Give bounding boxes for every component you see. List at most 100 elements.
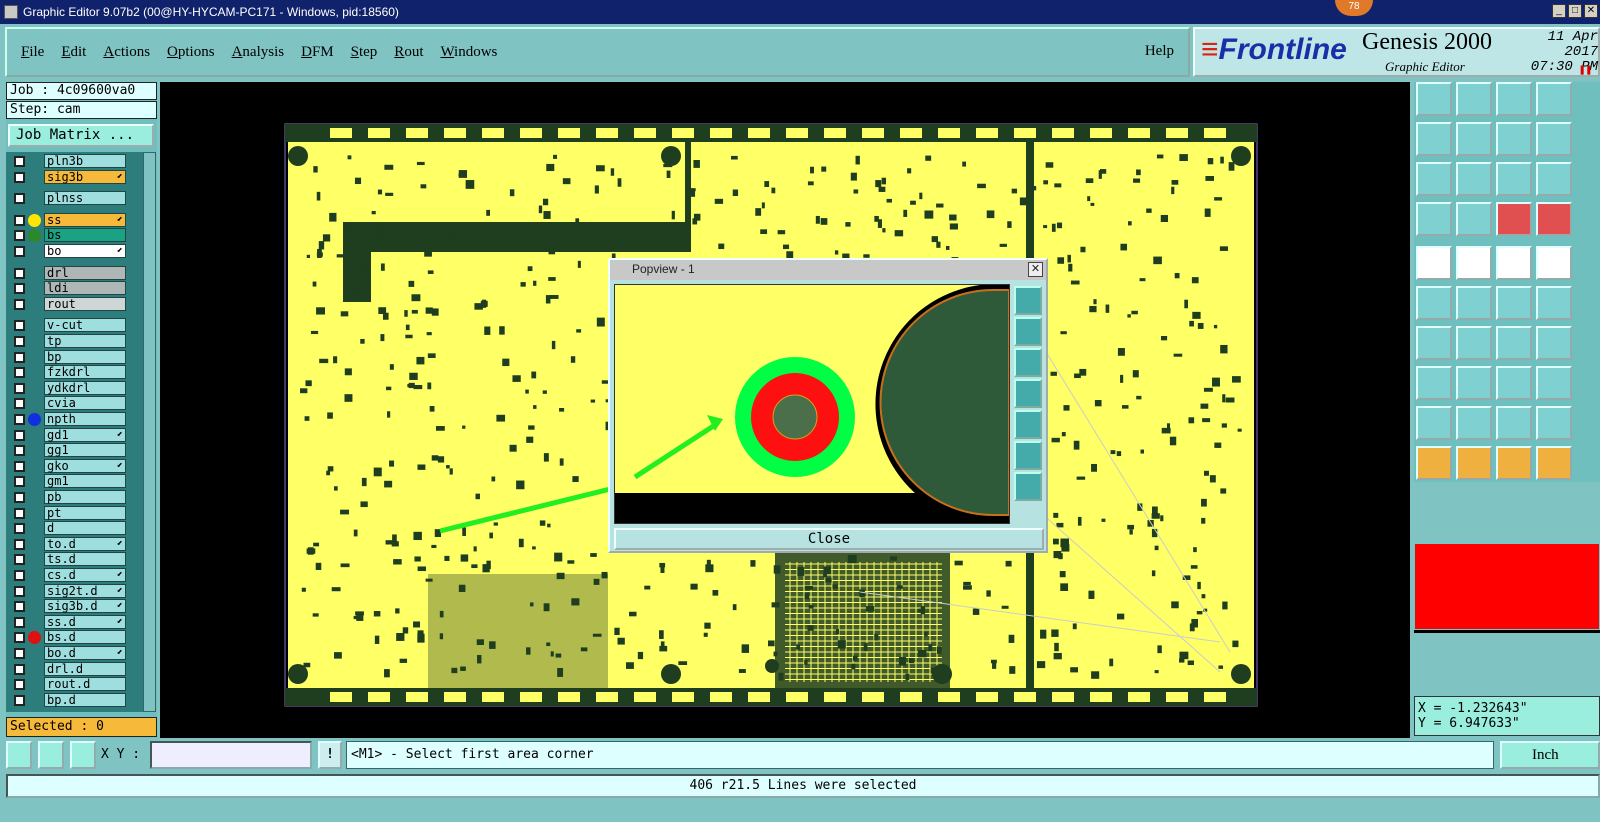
layer-name[interactable]: drl.d [44,661,126,676]
menu-dfm[interactable]: DFM [301,44,334,61]
menu-file[interactable]: File [21,44,44,61]
layer-checkbox[interactable] [14,246,25,257]
layer-checkbox[interactable] [14,648,25,659]
layer-name[interactable]: plnss [44,191,126,206]
one-to-one-icon[interactable] [1496,162,1532,196]
popview-title-bar[interactable]: Popview - 1 ✕ [610,260,1046,280]
tool-icon[interactable] [1456,286,1492,320]
copy-icon[interactable] [1456,82,1492,116]
layer-checkbox[interactable] [14,414,25,425]
layer-checkbox[interactable] [14,663,25,675]
tool-icon[interactable] [1536,286,1572,320]
scale-icon[interactable] [1496,122,1532,156]
layer-name[interactable]: sig3b ⬋ [44,169,126,184]
layer-row[interactable]: cvia [8,396,126,411]
layer-name[interactable]: bo.d ⬋ [44,646,126,660]
layer-row[interactable]: drl [8,265,126,280]
measure-icon[interactable] [1536,122,1572,156]
help-icon[interactable] [1536,162,1572,196]
layer-row[interactable]: gko ⬋ [8,458,126,473]
layer-name[interactable]: fzkdrl [44,365,126,380]
menu-actions[interactable]: Actions [103,44,150,61]
tool-icon[interactable] [1456,406,1492,440]
layer-checkbox[interactable] [14,538,25,550]
layer-checkbox[interactable] [14,523,25,535]
layer-row[interactable]: npth [8,412,126,426]
popview-down-icon[interactable] [1014,348,1042,377]
layer-checkbox[interactable] [14,283,25,295]
layer-row[interactable]: v-cut [8,318,126,333]
menu-rout[interactable]: Rout [394,44,423,61]
layer-checkbox[interactable] [14,492,25,503]
layer-checkbox[interactable] [14,601,25,613]
layer-row[interactable]: cs.d ⬋ [8,568,126,582]
layer-row[interactable]: pb [8,490,126,504]
zoom-icon[interactable] [1536,82,1572,116]
popview-close-icon[interactable]: ✕ [1028,262,1043,277]
layer-checkbox[interactable] [14,156,25,167]
layer-checkbox[interactable] [14,382,25,394]
layer-name[interactable]: rout.d [44,677,126,692]
layer-row[interactable]: pln3b [8,154,126,168]
tool-icon[interactable] [1536,406,1572,440]
layer-name[interactable]: d [44,521,126,536]
tool-icon[interactable] [1416,246,1452,280]
layer-name[interactable]: cvia [44,396,126,411]
tool-icon[interactable] [1456,366,1492,400]
layer-row[interactable]: to.d ⬋ [8,536,126,551]
layer-row[interactable]: rout [8,296,126,311]
popview-center-icon[interactable] [1014,472,1042,501]
layer-name[interactable]: npth [44,412,126,426]
angle-icon[interactable] [38,741,64,769]
layer-row[interactable]: bo.d ⬋ [8,646,126,660]
layer-name[interactable]: ts.d [44,552,126,567]
layer-row[interactable]: ts.d [8,552,126,567]
units-select[interactable]: Inch [1500,741,1600,769]
layer-checkbox[interactable] [14,171,25,183]
tool-icon[interactable] [1536,326,1572,360]
maximize-button[interactable]: □ [1568,4,1582,18]
menu-edit[interactable]: Edit [61,44,86,61]
popview-close-button[interactable]: Close [614,528,1044,550]
layer-checkbox[interactable] [14,429,25,441]
snap-icon[interactable] [1416,202,1452,236]
layer-name[interactable]: pln3b [44,154,126,168]
layer-row[interactable]: pt [8,505,126,520]
layer-checkbox[interactable] [14,632,25,644]
grid-icon[interactable] [70,741,96,769]
layer-name[interactable]: ss.d ⬋ [44,614,126,629]
layer-name[interactable]: tp [44,334,126,348]
tool-icon[interactable] [1496,326,1532,360]
layer-checkbox[interactable] [14,398,25,410]
layer-name[interactable]: gd1 ⬋ [44,427,126,442]
tool-icon[interactable] [1416,446,1452,480]
layer-checkbox[interactable] [14,336,25,347]
layer-checkbox[interactable] [14,570,25,581]
minimize-button[interactable]: _ [1552,4,1566,18]
popview-up-icon[interactable] [1014,317,1042,346]
layer-checkbox[interactable] [14,214,25,226]
layer-row[interactable]: plnss [8,191,126,206]
menu-step[interactable]: Step [351,44,378,61]
tool-icon[interactable] [1456,326,1492,360]
layer-row[interactable]: gm1 [8,474,126,489]
layer-checkbox[interactable] [14,554,25,566]
layer-checkbox[interactable] [14,460,25,472]
layer-row[interactable]: ydkdrl [8,380,126,395]
drc2-icon[interactable] [1536,202,1572,236]
menu-options[interactable]: Options [167,44,215,61]
layer-row[interactable]: d [8,521,126,536]
layer-checkbox[interactable] [14,230,25,242]
layer-row[interactable]: ss.d ⬋ [8,614,126,629]
close-button[interactable]: ✕ [1584,4,1598,18]
layer-name[interactable]: gg1 [44,443,126,458]
layer-checkbox[interactable] [14,585,25,597]
layer-row[interactable]: sig3b ⬋ [8,169,126,184]
tool-icon[interactable] [1416,366,1452,400]
tool-icon[interactable] [1536,246,1572,280]
popview-fit-icon[interactable] [1014,441,1042,470]
layer-name[interactable]: sig2t.d ⬋ [44,583,126,598]
layer-checkbox[interactable] [14,507,25,519]
layer-checkbox[interactable] [14,367,25,379]
menu-help[interactable]: Help [1145,43,1174,60]
